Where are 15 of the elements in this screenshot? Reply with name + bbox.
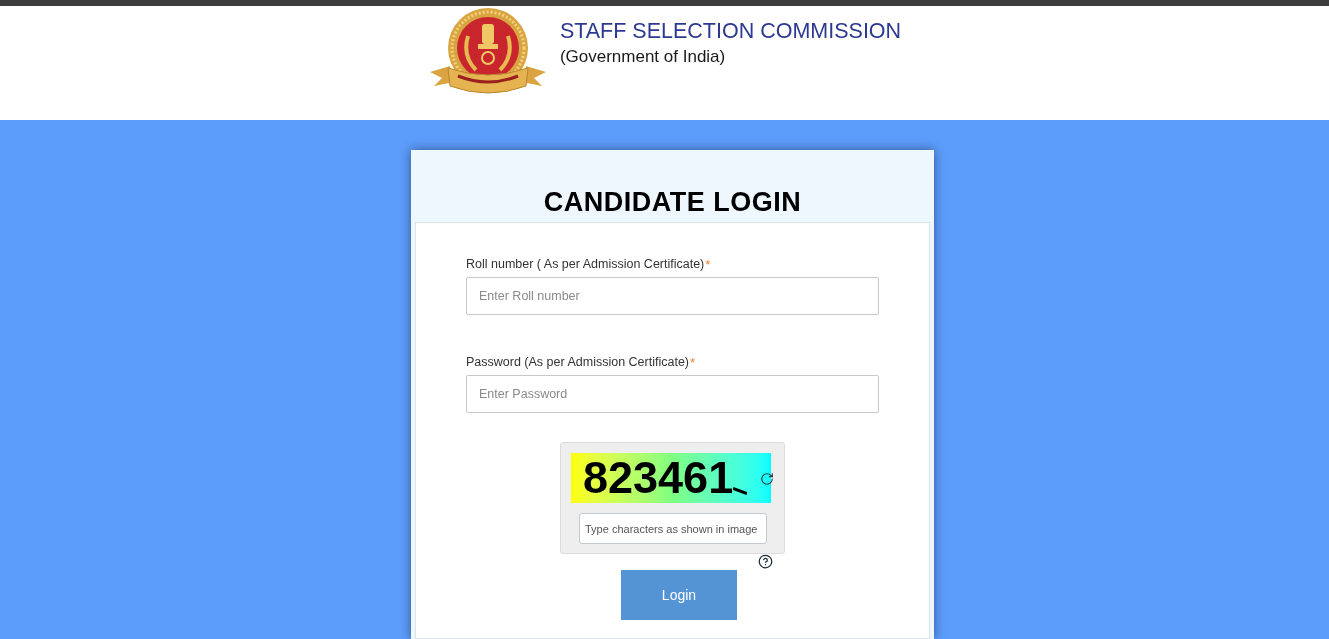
captcha-field[interactable]: Type characters as shown in image	[579, 513, 767, 544]
help-icon[interactable]	[758, 554, 773, 569]
field-label: Roll number ( As per Admission Certificate)	[466, 256, 705, 274]
captcha-code: 823461	[583, 454, 734, 502]
header-title: STAFF SELECTION COMMISSION	[559, 18, 902, 44]
login-button[interactable]: Login	[621, 570, 737, 620]
required-mark: *	[705, 255, 711, 274]
required-mark: *	[690, 353, 696, 372]
input-field[interactable]: Enter Roll number	[466, 277, 879, 315]
field-label: Password (As per Admission Certificate)	[466, 354, 689, 372]
input-field[interactable]: Enter Password	[466, 375, 879, 413]
login-title: CANDIDATE LOGIN	[543, 186, 802, 218]
captcha-strike-line	[733, 487, 748, 495]
header-subtitle: (Government of India)	[559, 46, 727, 68]
refresh-icon[interactable]	[760, 472, 774, 486]
